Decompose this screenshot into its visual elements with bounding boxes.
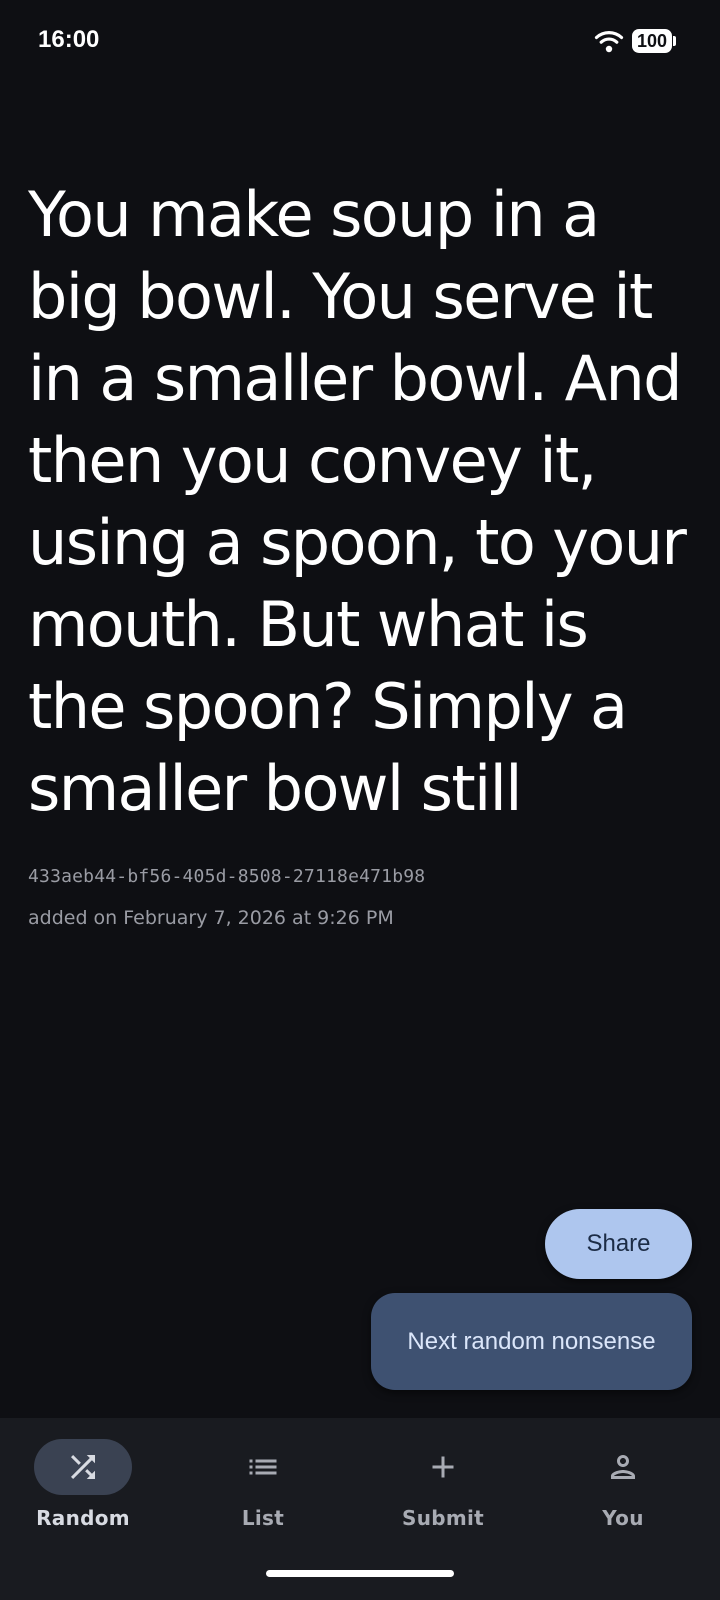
nav-item-random[interactable]: Random (0, 1418, 180, 1558)
status-bar: 16:00 100 (0, 0, 720, 80)
next-random-button[interactable]: Next random nonsense (371, 1293, 692, 1390)
battery-icon: 100 (632, 29, 676, 53)
nav-item-submit[interactable]: Submit (360, 1418, 540, 1558)
nav-label-list: List (241, 1506, 285, 1530)
share-button[interactable]: Share (545, 1209, 692, 1279)
status-time: 16:00 (38, 26, 100, 53)
shuffle-icon (71, 1455, 95, 1479)
nav-label-random: Random (36, 1506, 130, 1530)
nav-label-you: You (602, 1506, 644, 1530)
person-icon (611, 1455, 635, 1479)
quote-text: You make soup in a big bowl. You serve i… (28, 178, 687, 825)
quote-id: 433aeb44-bf56-405d-8508-27118e471b98 (28, 866, 426, 887)
home-indicator[interactable] (266, 1570, 454, 1577)
quote-added-date: added on February 7, 2026 at 9:26 PM (28, 907, 394, 929)
list-icon (249, 1459, 277, 1475)
nav-item-list[interactable]: List (180, 1418, 360, 1558)
nav-item-you[interactable]: You (540, 1418, 720, 1558)
battery-level: 100 (636, 31, 668, 51)
nav-label-submit: Submit (401, 1506, 484, 1530)
plus-icon (432, 1456, 454, 1478)
wifi-icon (594, 31, 624, 53)
